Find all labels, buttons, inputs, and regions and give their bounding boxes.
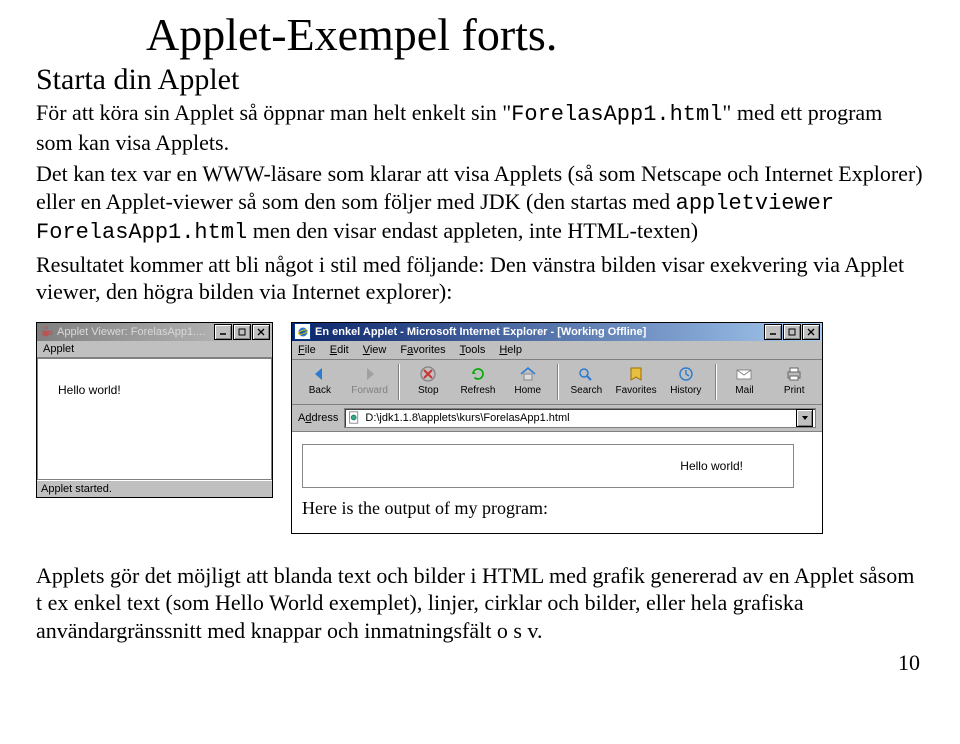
menu-edit[interactable]: Edit — [330, 344, 349, 356]
menu-applet[interactable]: Applet — [43, 343, 74, 355]
menu-view[interactable]: View — [363, 344, 387, 356]
refresh-icon — [467, 364, 489, 384]
address-field[interactable]: D:\jdk1.1.8\applets\kurs\ForelasApp1.htm… — [344, 408, 816, 428]
address-bar: Address D:\jdk1.1.8\applets\kurs\Forelas… — [292, 405, 822, 432]
address-label: Address — [298, 412, 338, 424]
section-heading: Starta din Applet — [36, 63, 924, 97]
paragraph-4: Applets gör det möjligt att blanda text … — [36, 562, 924, 645]
menu-help[interactable]: Help — [499, 344, 522, 356]
mail-button[interactable]: Mail — [721, 362, 769, 398]
titlebar: Applet Viewer: ForelasApp1.... — [37, 323, 272, 341]
back-icon — [309, 364, 331, 384]
history-button[interactable]: History — [662, 362, 710, 398]
applet-output-text: Hello world! — [58, 383, 121, 397]
page-number: 10 — [36, 650, 924, 676]
label: Home — [514, 385, 541, 396]
home-button[interactable]: Home — [504, 362, 552, 398]
menubar: File Edit View Favorites Tools Help — [292, 341, 822, 360]
internet-explorer-window: En enkel Applet - Microsoft Internet Exp… — [291, 322, 823, 534]
menu-tools[interactable]: Tools — [460, 344, 486, 356]
window-title: Applet Viewer: ForelasApp1.... — [57, 326, 210, 338]
minimize-button[interactable] — [214, 324, 232, 340]
address-value: D:\jdk1.1.8\applets\kurs\ForelasApp1.htm… — [365, 412, 569, 424]
search-button[interactable]: Search — [563, 362, 611, 398]
menubar: Applet — [37, 341, 272, 358]
maximize-button[interactable] — [233, 324, 251, 340]
stop-button[interactable]: Stop — [404, 362, 452, 398]
page-body-text: Here is the output of my program: — [302, 498, 812, 519]
history-icon — [675, 364, 697, 384]
close-button[interactable] — [252, 324, 270, 340]
window-controls — [764, 324, 820, 340]
window-title: En enkel Applet - Microsoft Internet Exp… — [315, 326, 760, 338]
window-controls — [214, 324, 270, 340]
page-title: Applet-Exempel forts. — [146, 8, 924, 61]
applet-viewer-window: Applet Viewer: ForelasApp1.... Applet He… — [36, 322, 273, 498]
text: För att köra sin Applet så öppnar man he… — [36, 100, 511, 125]
maximize-button[interactable] — [783, 324, 801, 340]
favorites-icon — [625, 364, 647, 384]
stop-icon — [417, 364, 439, 384]
titlebar: En enkel Applet - Microsoft Internet Exp… — [292, 323, 822, 341]
favorites-button[interactable]: Favorites — [612, 362, 660, 398]
home-icon — [517, 364, 539, 384]
label: Favorites — [616, 385, 657, 396]
status-bar: Applet started. — [37, 480, 272, 497]
search-icon — [575, 364, 597, 384]
label: History — [670, 385, 701, 396]
paragraph-2: Det kan tex var en WWW-läsare som klarar… — [36, 160, 924, 247]
label: Forward — [351, 385, 388, 396]
label: Refresh — [460, 385, 495, 396]
paragraph-1: För att köra sin Applet så öppnar man he… — [36, 99, 924, 156]
applet-content-area: Hello world! — [37, 358, 272, 480]
toolbar: Back Forward Stop Refresh Home — [292, 360, 822, 405]
page-icon — [347, 411, 361, 425]
label: Mail — [735, 385, 753, 396]
browser-content: Hello world! Here is the output of my pr… — [292, 432, 822, 533]
print-icon — [783, 364, 805, 384]
label: Search — [571, 385, 603, 396]
label: Stop — [418, 385, 439, 396]
print-button[interactable]: Print — [770, 362, 818, 398]
dropdown-button[interactable] — [796, 409, 813, 427]
java-icon — [39, 325, 53, 339]
status-text: Applet started. — [41, 483, 112, 495]
separator — [398, 364, 399, 400]
applet-output-text: Hello world! — [680, 459, 743, 473]
refresh-button[interactable]: Refresh — [454, 362, 502, 398]
menu-favorites[interactable]: Favorites — [400, 344, 445, 356]
forward-button[interactable]: Forward — [346, 362, 394, 398]
label: Back — [309, 385, 331, 396]
filename: ForelasApp1.html — [511, 102, 722, 127]
minimize-button[interactable] — [764, 324, 782, 340]
separator — [557, 364, 558, 400]
document-page: Applet-Exempel forts. Starta din Applet … — [0, 0, 960, 696]
close-button[interactable] — [802, 324, 820, 340]
menu-file[interactable]: File — [298, 344, 316, 356]
text: men den visar endast appleten, inte HTML… — [247, 218, 698, 243]
ie-icon — [294, 323, 311, 340]
embedded-applet: Hello world! — [302, 444, 794, 488]
back-button[interactable]: Back — [296, 362, 344, 398]
separator — [715, 364, 716, 400]
mail-icon — [733, 364, 755, 384]
label: Print — [784, 385, 805, 396]
screenshots-row: Applet Viewer: ForelasApp1.... Applet He… — [36, 322, 924, 534]
forward-icon — [359, 364, 381, 384]
paragraph-3: Resultatet kommer att bli något i stil m… — [36, 251, 924, 306]
